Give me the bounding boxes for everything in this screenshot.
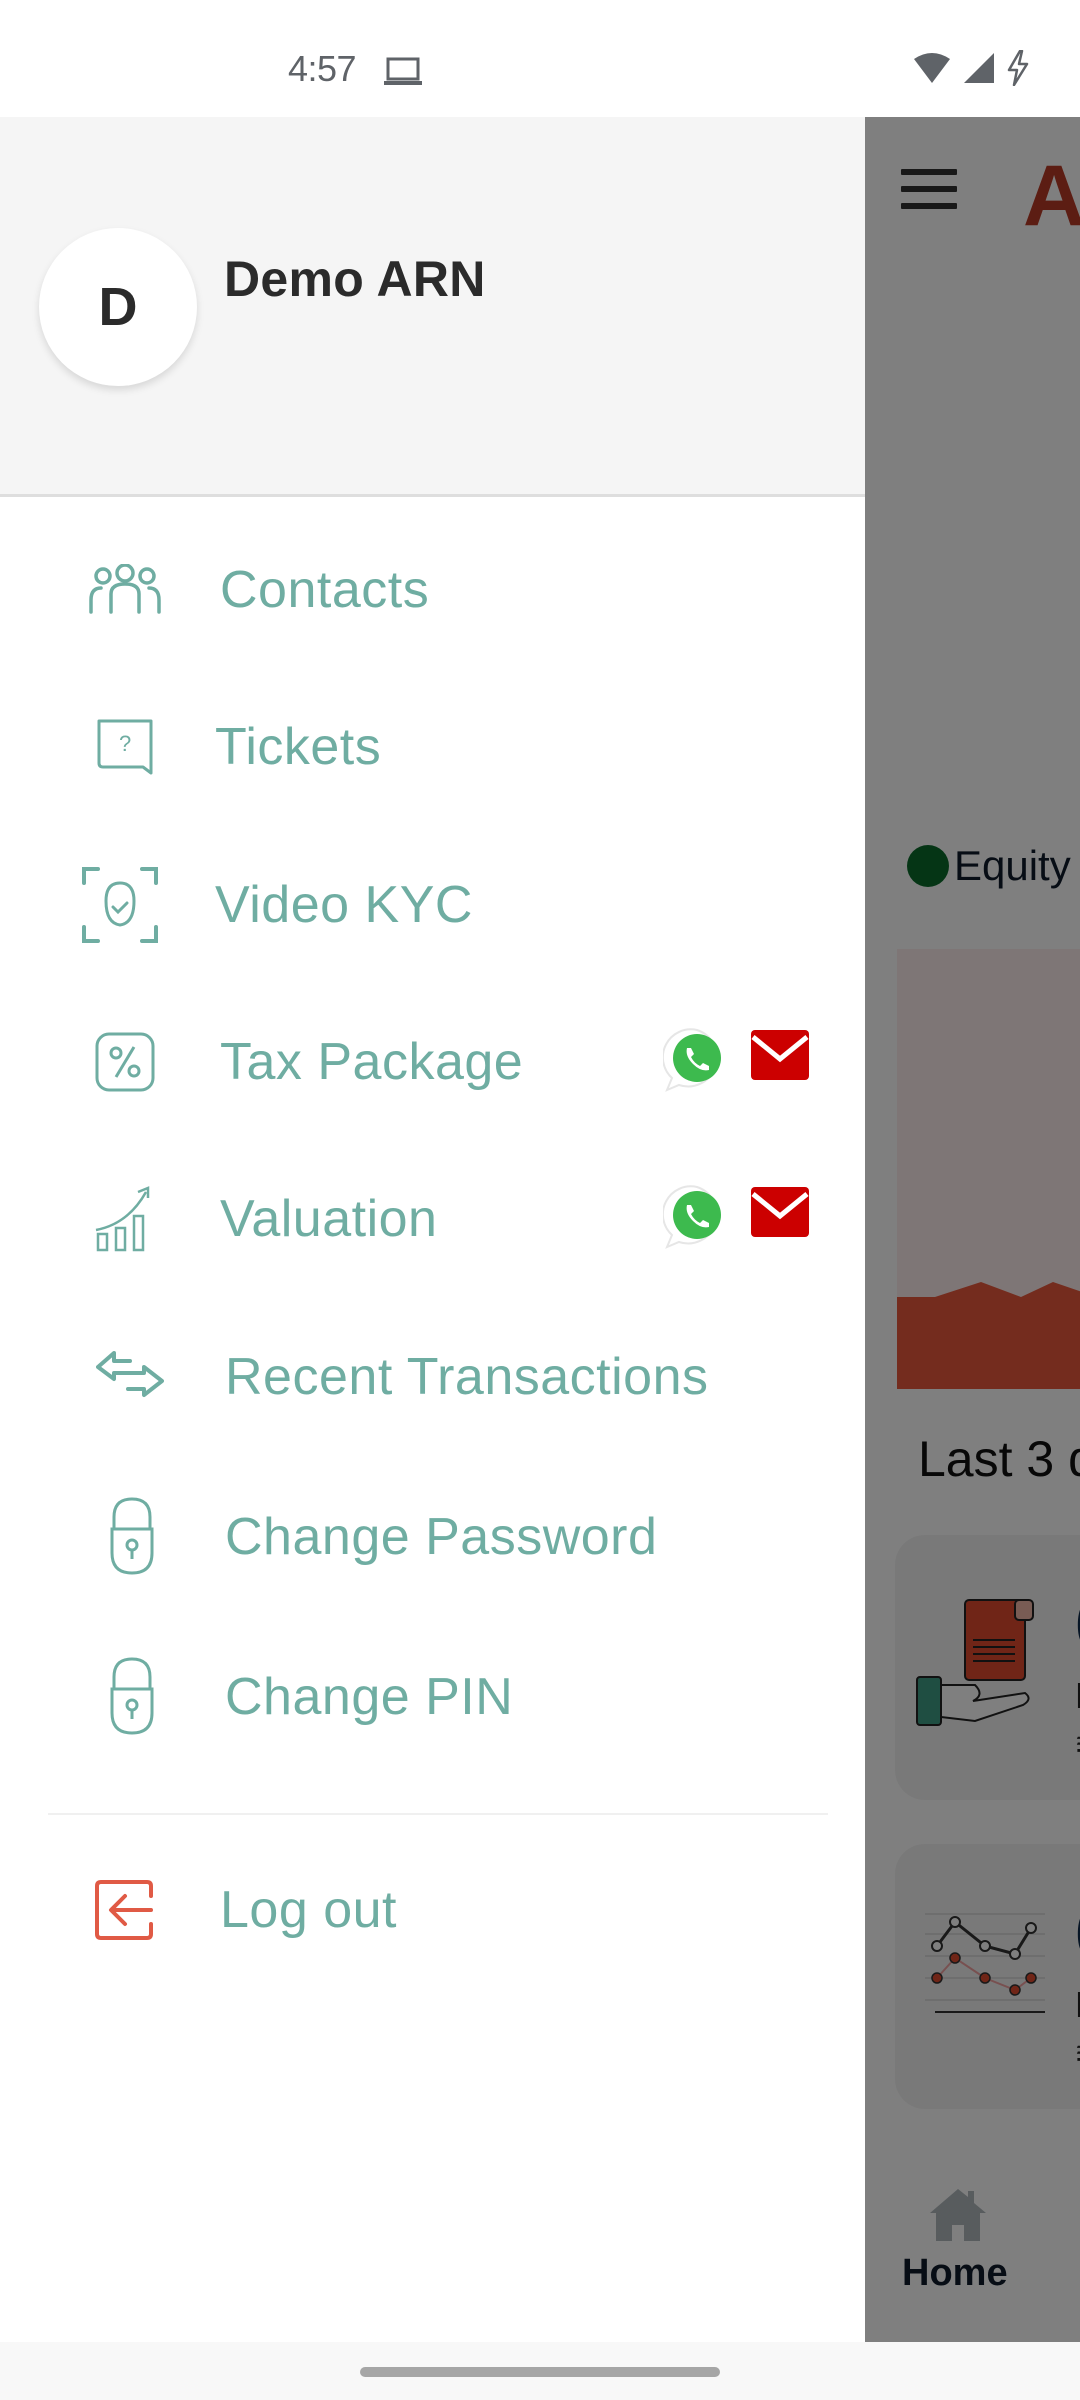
drawer-header: D Demo ARN xyxy=(0,117,865,497)
status-icons xyxy=(912,50,1030,86)
menu-divider xyxy=(48,1813,828,1815)
laptop-icon xyxy=(384,57,422,85)
menu-item-video-kyc[interactable]: Video KYC xyxy=(0,835,865,975)
contacts-icon xyxy=(75,540,175,640)
ticket-question-icon: ? xyxy=(75,697,175,797)
menu-item-contacts[interactable]: Contacts xyxy=(0,520,865,660)
charging-icon xyxy=(1007,50,1029,86)
menu-item-tax-package[interactable]: Tax Package xyxy=(0,992,865,1132)
menu-label: Valuation xyxy=(220,1190,438,1248)
exchange-arrows-icon xyxy=(80,1327,180,1427)
menu-label: Change Password xyxy=(225,1508,658,1566)
whatsapp-icon[interactable] xyxy=(661,1026,731,1094)
status-bar: 4:57 xyxy=(0,0,1080,117)
svg-text:?: ? xyxy=(119,731,131,756)
menu-item-recent-transactions[interactable]: Recent Transactions xyxy=(0,1307,865,1447)
menu-label: Tax Package xyxy=(220,1033,524,1091)
mail-icon[interactable] xyxy=(750,1186,818,1254)
user-name: Demo ARN xyxy=(224,251,486,307)
menu-label: Video KYC xyxy=(215,876,473,934)
face-scan-icon xyxy=(70,855,170,955)
percent-icon xyxy=(75,1012,175,1112)
mail-icon[interactable] xyxy=(750,1029,818,1097)
wifi-icon xyxy=(914,53,950,83)
menu-item-change-password[interactable]: Change Password xyxy=(0,1467,865,1607)
menu-item-logout[interactable]: Log out xyxy=(0,1840,865,1980)
menu-item-valuation[interactable]: Valuation xyxy=(0,1149,865,1289)
menu-item-change-pin[interactable]: Change PIN xyxy=(0,1627,865,1767)
menu-item-tickets[interactable]: ? Tickets xyxy=(0,677,865,817)
drawer-scrim[interactable] xyxy=(865,117,1080,2342)
navigation-drawer: D Demo ARN Contacts ? Tickets Video KYC … xyxy=(0,117,865,2342)
system-nav-bar xyxy=(0,2342,1080,2400)
menu-label: Log out xyxy=(220,1881,397,1939)
growth-chart-icon xyxy=(75,1169,175,1269)
whatsapp-icon[interactable] xyxy=(661,1183,731,1251)
avatar[interactable]: D xyxy=(39,228,197,386)
menu-label: Contacts xyxy=(220,561,430,619)
lock-icon xyxy=(82,1487,182,1587)
menu-label: Change PIN xyxy=(225,1668,514,1726)
signal-icon xyxy=(964,53,994,83)
status-time: 4:57 xyxy=(288,48,357,89)
gesture-handle[interactable] xyxy=(360,2367,720,2377)
logout-icon xyxy=(75,1860,175,1960)
menu-label: Tickets xyxy=(215,718,382,776)
menu-label: Recent Transactions xyxy=(225,1348,709,1406)
lock-icon xyxy=(82,1647,182,1747)
